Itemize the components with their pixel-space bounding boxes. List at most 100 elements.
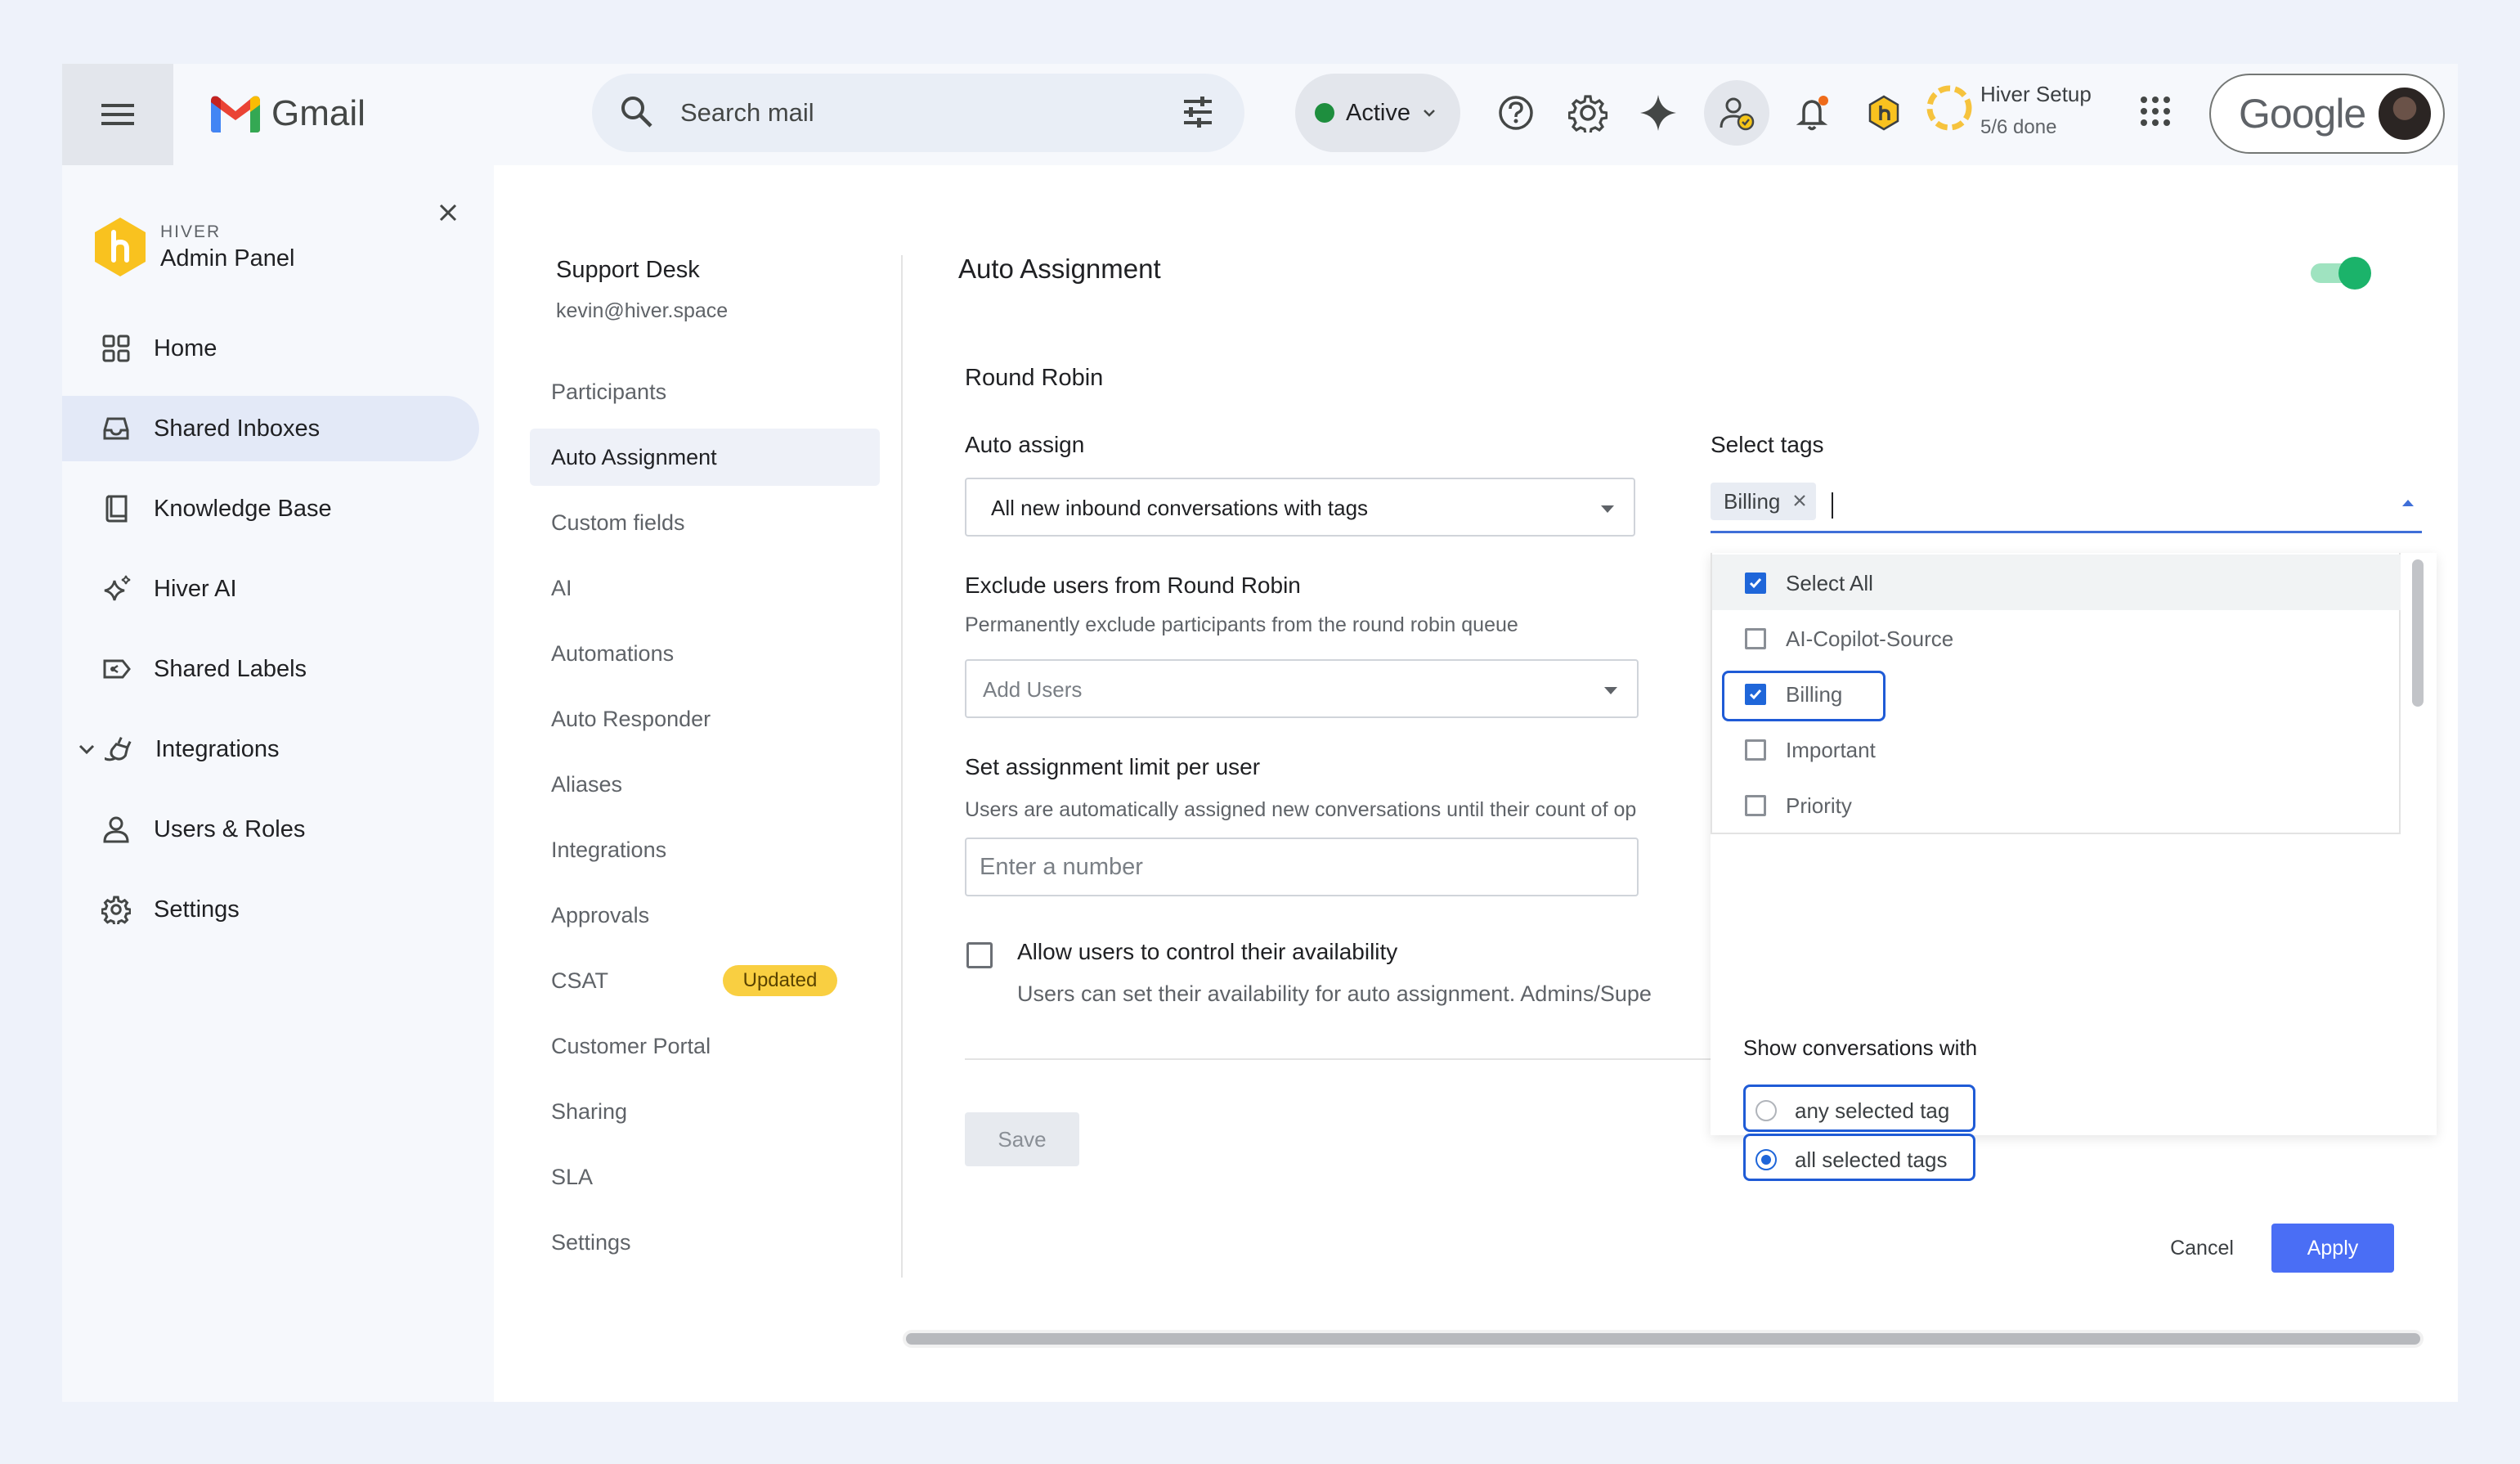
- subnav-item-aliases[interactable]: Aliases: [530, 756, 880, 813]
- search-icon[interactable]: [618, 93, 656, 131]
- option-select-all[interactable]: Select All: [1712, 555, 2401, 610]
- hiver-hexagon-icon[interactable]: [1864, 93, 1903, 132]
- sidebar-item-shared-inboxes[interactable]: Shared Inboxes: [62, 396, 479, 461]
- label-icon: [103, 659, 131, 679]
- close-icon[interactable]: [437, 201, 460, 224]
- subnav-item-integrations[interactable]: Integrations: [530, 821, 880, 878]
- option-label: Important: [1786, 738, 1876, 762]
- subnav-item-custom-fields[interactable]: Custom fields: [530, 494, 880, 551]
- auto-assignment-toggle[interactable]: [2309, 254, 2374, 293]
- subnav-item-auto-assignment[interactable]: Auto Assignment: [530, 429, 880, 486]
- settings-gear-icon[interactable]: [1568, 93, 1608, 132]
- tag-chip-label: Billing: [1724, 488, 1781, 514]
- radio-label: any selected tag: [1795, 1098, 1950, 1123]
- sidebar-item-home[interactable]: Home: [62, 316, 479, 381]
- auto-assign-value: All new inbound conversations with tags: [991, 496, 1369, 520]
- sidebar-item-knowledge-base[interactable]: Knowledge Base: [62, 476, 479, 541]
- gmail-logo[interactable]: Gmail: [211, 93, 365, 134]
- setup-progress-icon[interactable]: [1923, 82, 1975, 134]
- google-wordmark: Google: [2239, 91, 2366, 137]
- checkbox[interactable]: [1745, 684, 1766, 705]
- hiver-admin-app: HIVER Admin Panel Home Shared Inboxes Kn…: [62, 165, 2458, 1402]
- notification-bell-icon[interactable]: [1794, 93, 1833, 132]
- hamburger-icon: [101, 104, 134, 125]
- chevron-down-icon[interactable]: [77, 739, 96, 759]
- radio-button[interactable]: [1755, 1100, 1777, 1121]
- grid-icon: [102, 335, 130, 362]
- option-label: AI-Copilot-Source: [1786, 626, 1954, 651]
- check-icon: [1749, 578, 1762, 589]
- setup-title[interactable]: Hiver Setup: [1980, 82, 2092, 107]
- book-icon: [105, 495, 128, 523]
- scrollbar-thumb[interactable]: [906, 1333, 2420, 1345]
- option-important[interactable]: Important: [1712, 721, 2401, 777]
- dropdown-scrollbar[interactable]: [2412, 559, 2424, 707]
- radio-button[interactable]: [1755, 1149, 1777, 1170]
- sidebar-item-hiver-ai[interactable]: Hiver AI: [62, 556, 479, 622]
- sidebar-item-label: Home: [154, 335, 217, 362]
- save-button[interactable]: Save: [965, 1112, 1079, 1166]
- subnav-item-ai[interactable]: AI: [530, 559, 880, 617]
- inbox-icon: [103, 417, 129, 440]
- cancel-button[interactable]: Cancel: [2149, 1224, 2255, 1273]
- search-options-icon[interactable]: [1179, 93, 1217, 131]
- apps-grid-icon[interactable]: [2139, 95, 2172, 128]
- assignment-limit-input[interactable]: [965, 838, 1639, 896]
- option-billing[interactable]: Billing: [1712, 666, 2401, 721]
- checkbox[interactable]: [1745, 573, 1766, 594]
- sidebar-item-shared-labels[interactable]: Shared Labels: [62, 636, 479, 702]
- auto-assignment-panel: Auto Assignment Round Robin Auto assign …: [903, 165, 2458, 1402]
- select-tags-input[interactable]: Billing: [1711, 476, 2422, 533]
- availability-checkbox[interactable]: [966, 942, 993, 968]
- gmail-m-icon: [211, 96, 260, 132]
- option-priority[interactable]: Priority: [1712, 777, 2401, 833]
- sidebar-item-label: Knowledge Base: [154, 496, 332, 522]
- subnav-item-csat[interactable]: CSAT Updated: [530, 952, 880, 1009]
- sidebar-item-settings[interactable]: Settings: [62, 877, 479, 942]
- close-icon[interactable]: [1791, 492, 1808, 509]
- updated-badge: Updated: [723, 965, 837, 996]
- user-icon: [103, 816, 129, 843]
- subnav-item-sla[interactable]: SLA: [530, 1148, 880, 1206]
- checkbox[interactable]: [1745, 628, 1766, 649]
- subnav-item-approvals[interactable]: Approvals: [530, 887, 880, 944]
- gmail-header: Gmail Search mail Active Hiver Setup 5/6…: [62, 64, 2458, 165]
- option-ai-copilot-source[interactable]: AI-Copilot-Source: [1712, 610, 2401, 666]
- gemini-sparkle-icon[interactable]: [1639, 93, 1678, 132]
- sidebar-item-label: Integrations: [155, 736, 280, 762]
- google-account-button[interactable]: Google: [2209, 74, 2445, 154]
- subnav-item-sharing[interactable]: Sharing: [530, 1083, 880, 1140]
- admin-sidebar: HIVER Admin Panel Home Shared Inboxes Kn…: [62, 165, 494, 1402]
- exclude-users-select[interactable]: Add Users: [965, 659, 1639, 718]
- sidebar-item-users-roles[interactable]: Users & Roles: [62, 797, 479, 862]
- auto-assign-select[interactable]: All new inbound conversations with tags: [965, 478, 1635, 537]
- subnav-item-auto-responder[interactable]: Auto Responder: [530, 690, 880, 748]
- checkbox[interactable]: [1745, 795, 1766, 816]
- radio-all-selected-tags[interactable]: all selected tags: [1743, 1134, 1975, 1181]
- inbox-email: kevin@hiver.space: [556, 299, 729, 322]
- help-icon[interactable]: [1496, 93, 1536, 132]
- inbox-name: Support Desk: [556, 257, 700, 283]
- checkbox[interactable]: [1745, 739, 1766, 761]
- option-label: Priority: [1786, 793, 1852, 818]
- search-bar[interactable]: Search mail: [592, 74, 1244, 152]
- status-selector[interactable]: Active: [1295, 74, 1460, 152]
- subnav-item-participants[interactable]: Participants: [530, 363, 880, 420]
- status-dot: [1315, 103, 1334, 123]
- sidebar-item-label: Hiver AI: [154, 576, 237, 602]
- radio-any-selected-tag[interactable]: any selected tag: [1743, 1085, 1975, 1132]
- exclude-users-help: Permanently exclude participants from th…: [965, 613, 1518, 636]
- hiver-brand: HIVER: [160, 222, 222, 241]
- horizontal-scrollbar[interactable]: [903, 1330, 2424, 1348]
- subnav-item-customer-portal[interactable]: Customer Portal: [530, 1017, 880, 1075]
- text-cursor: [1832, 492, 1833, 519]
- main-menu-button[interactable]: [62, 64, 173, 165]
- search-input[interactable]: Search mail: [680, 98, 814, 128]
- hiver-availability-button[interactable]: [1704, 80, 1769, 146]
- apply-button[interactable]: Apply: [2271, 1224, 2394, 1273]
- subnav-item-settings[interactable]: Settings: [530, 1214, 880, 1271]
- avatar: [2376, 85, 2433, 142]
- caret-up-icon[interactable]: [2401, 499, 2415, 507]
- sidebar-item-integrations[interactable]: Integrations: [62, 716, 479, 782]
- subnav-item-automations[interactable]: Automations: [530, 625, 880, 682]
